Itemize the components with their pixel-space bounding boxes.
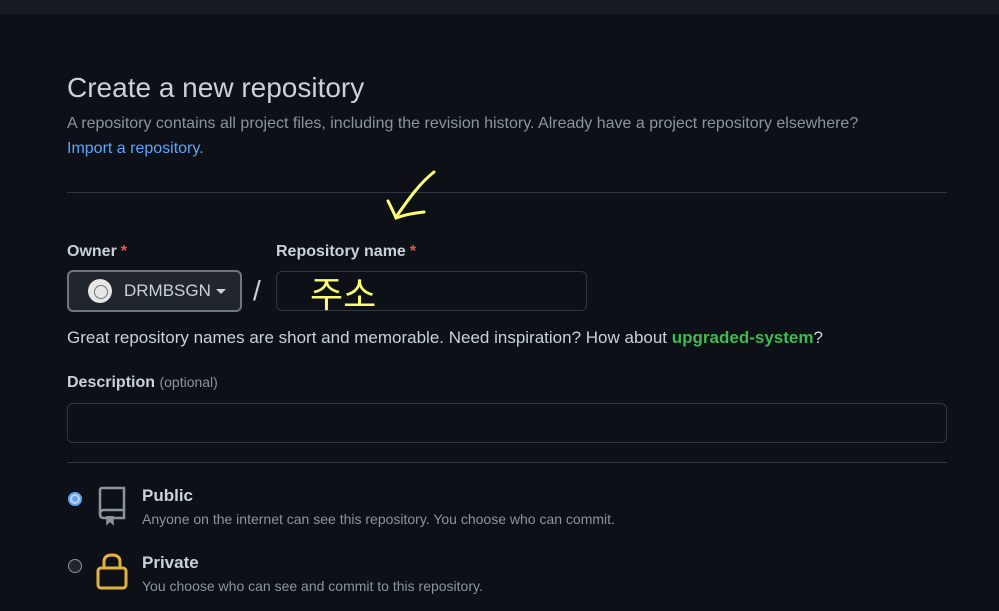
description-input[interactable] bbox=[67, 403, 947, 443]
private-description: You choose who can see and commit to thi… bbox=[142, 578, 483, 594]
annotation-arrow-icon bbox=[386, 170, 436, 220]
divider bbox=[67, 192, 947, 193]
owner-dropdown-button[interactable]: DRMBSGN bbox=[67, 270, 242, 312]
public-radio[interactable] bbox=[68, 492, 82, 506]
repository-name-required-mark: * bbox=[409, 243, 417, 260]
owner-name: DRMBSGN bbox=[124, 281, 211, 300]
avatar bbox=[88, 279, 112, 303]
repository-name-hint: Great repository names are short and mem… bbox=[67, 328, 823, 347]
private-radio[interactable] bbox=[68, 559, 82, 573]
private-title: Private bbox=[142, 553, 199, 572]
owner-repo-separator: / bbox=[253, 275, 261, 306]
repo-icon bbox=[98, 486, 126, 526]
caret-down-icon bbox=[215, 288, 226, 294]
public-description: Anyone on the internet can see this repo… bbox=[142, 511, 615, 527]
description-label: Description (optional) bbox=[67, 374, 218, 391]
divider bbox=[67, 462, 947, 463]
owner-required-mark: * bbox=[120, 243, 128, 260]
top-bar bbox=[0, 0, 999, 14]
page-subtitle: A repository contains all project files,… bbox=[67, 115, 859, 132]
annotation-text: 주소 bbox=[310, 275, 377, 316]
suggested-name-link[interactable]: upgraded-system bbox=[672, 328, 814, 347]
lock-icon bbox=[96, 553, 128, 590]
optional-tag: (optional) bbox=[159, 374, 218, 390]
page-title: Create a new repository bbox=[67, 72, 365, 103]
owner-label: Owner * bbox=[67, 243, 128, 260]
public-title: Public bbox=[142, 486, 194, 505]
repository-name-label: Repository name * bbox=[276, 243, 417, 260]
import-repository-link[interactable]: Import a repository. bbox=[67, 140, 204, 158]
